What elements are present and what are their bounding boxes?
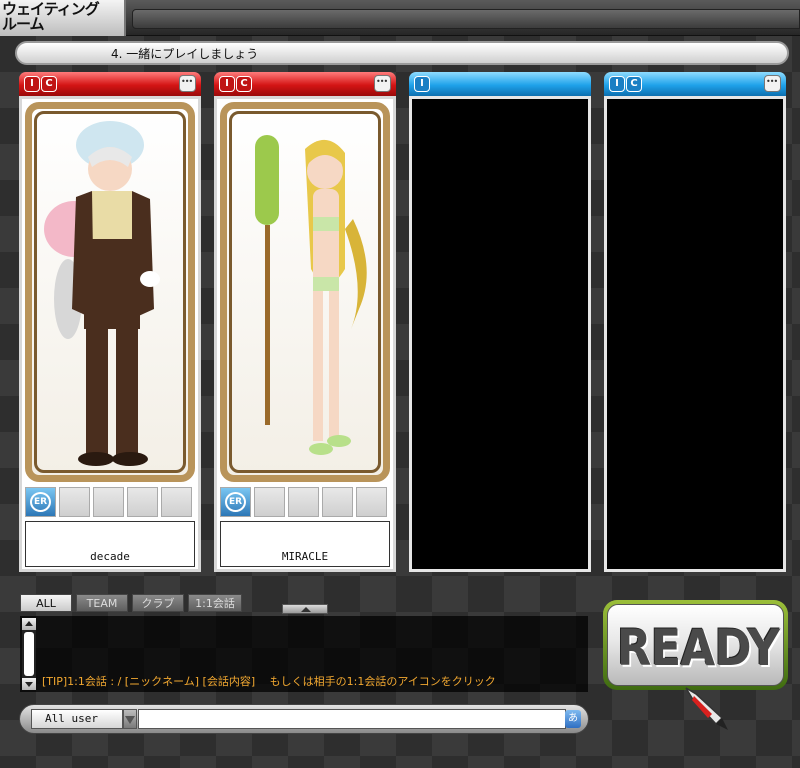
ime-toggle-icon[interactable]: あ xyxy=(565,710,581,728)
character-portrait xyxy=(25,102,195,482)
chat-input[interactable] xyxy=(138,709,566,729)
ready-button[interactable]: READY xyxy=(603,600,788,690)
item-slot[interactable] xyxy=(356,487,387,517)
slot-body: ER decade xyxy=(19,96,201,572)
chat-scrollbar[interactable] xyxy=(22,618,36,690)
empty-slot-body xyxy=(409,96,591,572)
player-slot-1[interactable]: I C ER xyxy=(19,72,201,572)
crayon-cursor-icon xyxy=(685,687,728,730)
title-stripe xyxy=(132,9,800,29)
item-slots: ER xyxy=(25,487,195,517)
info-icon[interactable]: I xyxy=(219,76,235,92)
item-slots: ER xyxy=(220,487,390,517)
slot-header: I C xyxy=(214,72,396,96)
slot-header: I C xyxy=(19,72,201,96)
window-title-line2: ルーム xyxy=(2,15,45,33)
tab-all[interactable]: ALL xyxy=(20,594,72,612)
scroll-up-icon[interactable] xyxy=(22,618,36,630)
item-slot[interactable] xyxy=(127,487,158,517)
chat-input-bar: All user あ xyxy=(19,704,589,734)
room-name: 4. 一緒にプレイしましょう xyxy=(111,47,259,61)
info-icon[interactable]: I xyxy=(414,76,430,92)
club-icon[interactable]: C xyxy=(626,76,642,92)
slot-header: I xyxy=(409,72,591,96)
club-icon[interactable]: C xyxy=(41,76,57,92)
chat-tip-message: [TIP]1:1会話 : / [ニックネーム] [会話内容] もしくは相手の1:… xyxy=(42,675,496,688)
recipient-select[interactable]: All user xyxy=(31,709,123,729)
chevron-down-icon[interactable] xyxy=(123,709,137,729)
item-slot[interactable] xyxy=(254,487,285,517)
item-slot[interactable] xyxy=(59,487,90,517)
empty-slot-body xyxy=(604,96,786,572)
er-emblem-icon[interactable]: ER xyxy=(25,487,56,517)
chat-log: [TIP]1:1会話 : / [ニックネーム] [会話内容] もしくは相手の1:… xyxy=(20,616,588,692)
player-slot-4[interactable]: I C xyxy=(604,72,786,572)
player-name: decade xyxy=(90,550,130,563)
character-decade-image xyxy=(44,121,160,466)
player-name: MIRACLE xyxy=(281,550,329,563)
speech-bubble-icon[interactable] xyxy=(764,75,781,92)
chat-resize-handle[interactable] xyxy=(282,604,328,614)
item-slot[interactable] xyxy=(322,487,353,517)
chat-tabs: ALL TEAM クラブ 1:1会話 xyxy=(20,594,250,612)
tab-private-chat[interactable]: 1:1会話 xyxy=(188,594,242,612)
ready-label: READY xyxy=(616,619,780,677)
info-icon[interactable]: I xyxy=(609,76,625,92)
scroll-thumb[interactable] xyxy=(24,632,34,676)
item-slot[interactable] xyxy=(288,487,319,517)
item-slot[interactable] xyxy=(93,487,124,517)
item-slot[interactable] xyxy=(161,487,192,517)
player-slot-3[interactable]: I xyxy=(409,72,591,572)
player-slot-2[interactable]: I C ER xyxy=(214,72,396,572)
character-miracle-image xyxy=(255,135,367,455)
speech-bubble-icon[interactable] xyxy=(374,75,391,92)
tab-club[interactable]: クラブ xyxy=(132,594,184,612)
room-name-bar: 4. 一緒にプレイしましょう xyxy=(15,41,789,65)
window-title: ウェイティング ルーム xyxy=(0,0,126,36)
player-name-box: decade xyxy=(25,521,195,567)
info-icon[interactable]: I xyxy=(24,76,40,92)
character-portrait xyxy=(220,102,390,482)
speech-bubble-icon[interactable] xyxy=(179,75,196,92)
club-icon[interactable]: C xyxy=(236,76,252,92)
slot-body: ER MIRACLE xyxy=(214,96,396,572)
er-emblem-icon[interactable]: ER xyxy=(220,487,251,517)
slot-header: I C xyxy=(604,72,786,96)
tab-team[interactable]: TEAM xyxy=(76,594,128,612)
scroll-down-icon[interactable] xyxy=(22,678,36,690)
ready-button-face: READY xyxy=(607,604,784,686)
player-name-box: MIRACLE xyxy=(220,521,390,567)
